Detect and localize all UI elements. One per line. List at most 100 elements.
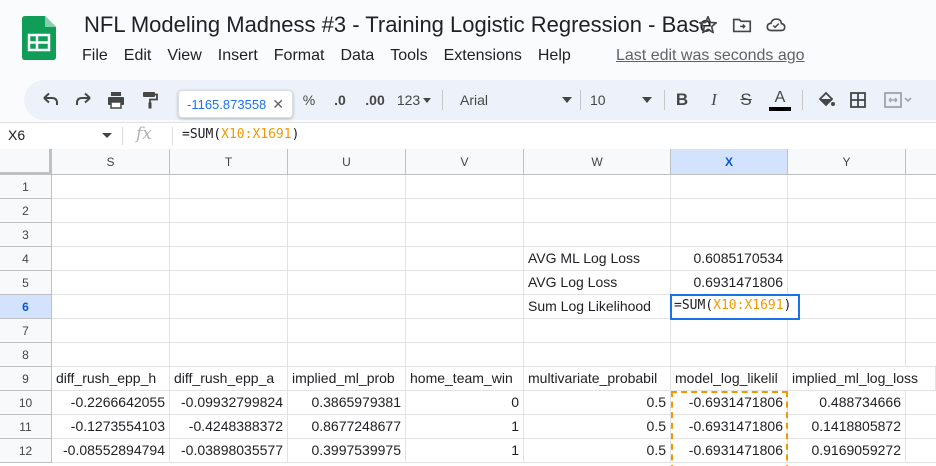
active-cell-x6[interactable]: =SUM(X10:X1691) — [670, 294, 800, 320]
column-header-x[interactable]: X — [671, 149, 788, 175]
empty-cell[interactable] — [406, 295, 524, 319]
data-cell[interactable]: 0.5 — [524, 415, 671, 439]
header-cell-y9[interactable]: implied_ml_log_loss — [788, 367, 936, 391]
cell-w6[interactable]: Sum Log Likelihood — [524, 295, 671, 319]
data-cell[interactable]: -0.1273554103 — [52, 415, 170, 439]
empty-cell[interactable] — [288, 295, 406, 319]
column-header-u[interactable]: U — [288, 149, 406, 175]
empty-cell[interactable] — [52, 175, 170, 199]
data-cell[interactable]: -0.03898035577 — [170, 439, 288, 463]
empty-cell[interactable] — [906, 247, 936, 271]
cell-w4[interactable]: AVG ML Log Loss — [524, 247, 671, 271]
font-size-dropdown[interactable]: 10 — [590, 88, 652, 112]
paint-format-button[interactable] — [138, 88, 162, 112]
empty-cell[interactable] — [671, 175, 788, 199]
strikethrough-button[interactable]: S — [736, 88, 756, 112]
menu-data[interactable]: Data — [340, 47, 374, 65]
empty-cell[interactable] — [52, 199, 170, 223]
empty-cell[interactable] — [288, 319, 406, 343]
empty-cell[interactable] — [788, 271, 906, 295]
empty-cell[interactable] — [788, 343, 906, 367]
cell-x4[interactable]: 0.6085170534 — [671, 247, 788, 271]
fill-color-button[interactable] — [814, 88, 838, 112]
empty-cell[interactable] — [52, 343, 170, 367]
empty-cell[interactable] — [906, 199, 936, 223]
sum-preview-chip[interactable]: -1165.873558 ✕ — [178, 90, 294, 118]
empty-cell[interactable] — [406, 223, 524, 247]
row-header-5[interactable]: 5 — [0, 271, 52, 295]
row-header-1[interactable]: 1 — [0, 175, 52, 199]
data-cell[interactable]: 0.5 — [524, 391, 671, 415]
empty-cell[interactable] — [788, 223, 906, 247]
row-header-3[interactable]: 3 — [0, 223, 52, 247]
borders-button[interactable] — [846, 88, 870, 112]
empty-cell[interactable] — [288, 175, 406, 199]
empty-cell[interactable] — [524, 199, 671, 223]
header-cell-t9[interactable]: diff_rush_epp_a — [170, 367, 288, 391]
close-icon[interactable]: ✕ — [272, 96, 284, 113]
header-cell-s9[interactable]: diff_rush_epp_h — [52, 367, 170, 391]
empty-cell[interactable] — [52, 223, 170, 247]
empty-cell[interactable] — [788, 175, 906, 199]
bold-button[interactable]: B — [672, 88, 692, 112]
empty-cell[interactable] — [524, 223, 671, 247]
empty-cell[interactable] — [906, 175, 936, 199]
last-edit-link[interactable]: Last edit was seconds ago — [616, 47, 805, 65]
empty-cell[interactable] — [788, 247, 906, 271]
chevron-down-icon[interactable] — [102, 133, 112, 138]
format-percent-button[interactable]: % — [300, 88, 318, 112]
star-icon[interactable] — [697, 14, 719, 36]
data-cell[interactable]: 0.5 — [524, 439, 671, 463]
menu-view[interactable]: View — [167, 47, 201, 65]
empty-cell[interactable] — [406, 271, 524, 295]
empty-cell[interactable] — [170, 199, 288, 223]
column-header-t[interactable]: T — [170, 149, 288, 175]
menu-insert[interactable]: Insert — [218, 47, 258, 65]
header-cell-w9[interactable]: multivariate_probabil — [524, 367, 671, 391]
empty-cell[interactable] — [671, 343, 788, 367]
menu-edit[interactable]: Edit — [124, 47, 152, 65]
menu-format[interactable]: Format — [274, 47, 325, 65]
menu-file[interactable]: File — [82, 47, 108, 65]
empty-cell[interactable] — [406, 175, 524, 199]
empty-cell[interactable] — [671, 199, 788, 223]
data-cell[interactable]: -0.4248388372 — [170, 415, 288, 439]
name-box[interactable]: X6 — [8, 127, 25, 143]
data-cell[interactable]: 0.3997539975 — [288, 439, 406, 463]
empty-cell[interactable] — [906, 415, 936, 439]
empty-cell[interactable] — [788, 319, 906, 343]
row-header-12[interactable]: 12 — [0, 439, 52, 463]
empty-cell[interactable] — [906, 343, 936, 367]
data-cell[interactable]: 0.8677248677 — [288, 415, 406, 439]
empty-cell[interactable] — [170, 295, 288, 319]
empty-cell[interactable] — [524, 175, 671, 199]
data-cell[interactable]: -0.2266642055 — [52, 391, 170, 415]
data-cell[interactable]: -0.09932799824 — [170, 391, 288, 415]
header-cell-x9[interactable]: model_log_likelil — [671, 367, 788, 391]
empty-cell[interactable] — [671, 223, 788, 247]
move-folder-icon[interactable] — [731, 14, 753, 36]
data-cell[interactable]: 0.1418805872 — [788, 415, 906, 439]
data-cell[interactable]: -0.08552894794 — [52, 439, 170, 463]
row-header-8[interactable]: 8 — [0, 343, 52, 367]
data-cell[interactable]: 0.9169059272 — [788, 439, 906, 463]
empty-cell[interactable] — [524, 343, 671, 367]
empty-cell[interactable] — [288, 271, 406, 295]
empty-cell[interactable] — [906, 319, 936, 343]
empty-cell[interactable] — [288, 343, 406, 367]
text-color-button[interactable]: A — [768, 88, 792, 112]
empty-cell[interactable] — [906, 391, 936, 415]
font-family-dropdown[interactable]: Arial — [454, 88, 572, 112]
decrease-decimal-button[interactable]: .0 — [328, 88, 352, 112]
empty-cell[interactable] — [170, 175, 288, 199]
column-header-v[interactable]: V — [406, 149, 524, 175]
row-header-4[interactable]: 4 — [0, 247, 52, 271]
empty-cell[interactable] — [52, 271, 170, 295]
sheets-logo-icon[interactable] — [22, 16, 56, 60]
undo-button[interactable] — [38, 88, 62, 112]
italic-button[interactable]: I — [704, 88, 724, 112]
merge-cells-button[interactable] — [880, 88, 916, 112]
empty-cell[interactable] — [788, 295, 906, 319]
empty-cell[interactable] — [671, 319, 788, 343]
empty-cell[interactable] — [170, 343, 288, 367]
